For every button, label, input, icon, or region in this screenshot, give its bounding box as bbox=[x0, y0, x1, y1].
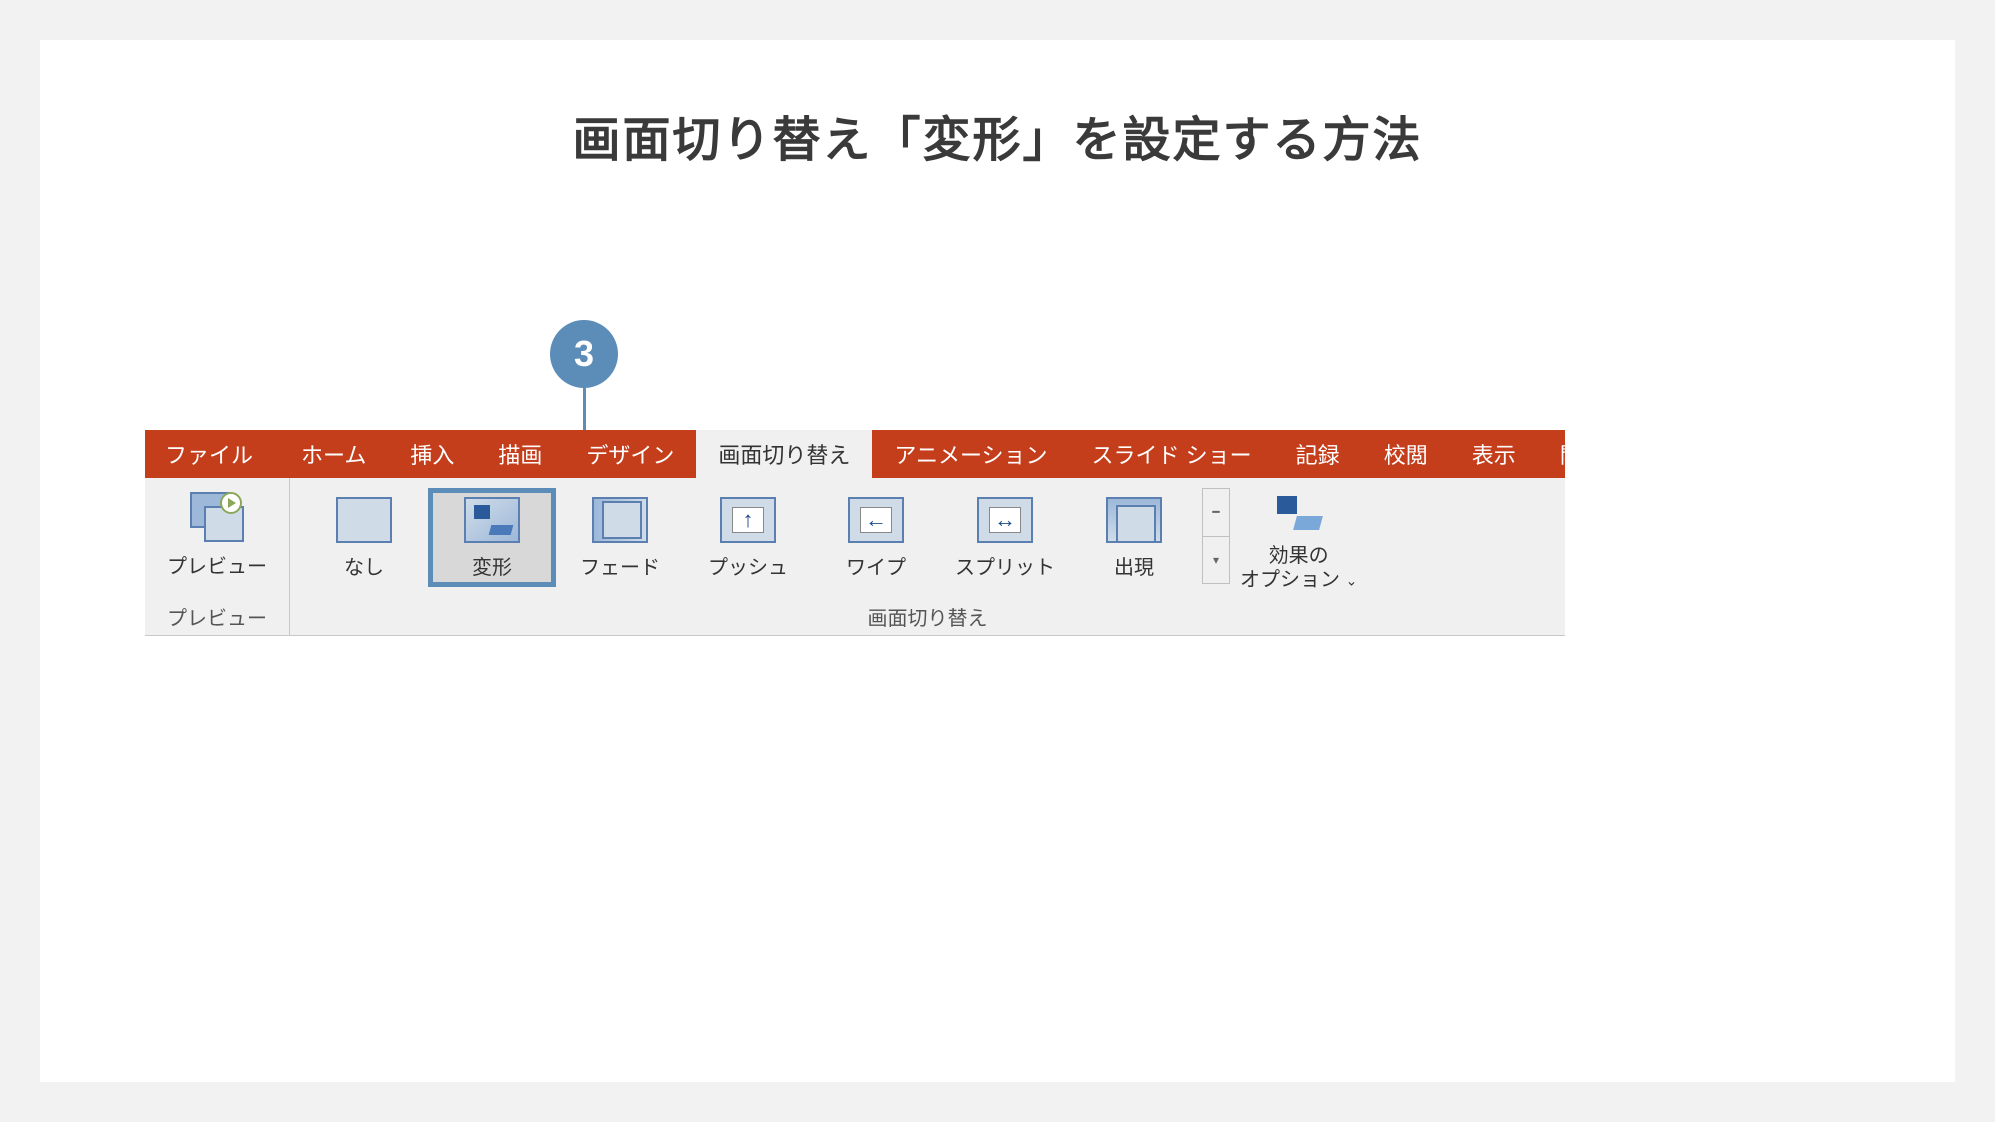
preview-button-label: プレビュー bbox=[167, 550, 267, 579]
ribbon-tabs-bar: ファイル ホーム 挿入 描画 デザイン 画面切り替え アニメーション スライド … bbox=[145, 430, 1565, 478]
transition-morph[interactable]: 変形 bbox=[428, 488, 556, 587]
transition-push-label: プッシュ bbox=[708, 551, 788, 580]
transition-split-icon: ↔ bbox=[977, 497, 1033, 543]
preview-button[interactable]: プレビュー bbox=[155, 486, 279, 583]
transition-appear-icon bbox=[1106, 497, 1162, 543]
tab-transitions[interactable]: 画面切り替え bbox=[696, 430, 872, 478]
arrow-up-icon: ↑ bbox=[743, 507, 754, 533]
tab-insert[interactable]: 挿入 bbox=[388, 430, 476, 478]
tab-developer[interactable]: 開発 bbox=[1538, 430, 1626, 478]
gallery-expand-button[interactable]: ▾ bbox=[1203, 537, 1229, 584]
tab-draw[interactable]: 描画 bbox=[476, 430, 564, 478]
tab-home[interactable]: ホーム bbox=[279, 430, 388, 478]
tab-review[interactable]: 校閲 bbox=[1362, 430, 1450, 478]
effect-options-button[interactable]: 効果の オプション ⌄ bbox=[1230, 486, 1367, 598]
transition-morph-label: 変形 bbox=[472, 551, 512, 580]
slide-container: 画面切り替え「変形」を設定する方法 3 ファイル ホーム 挿入 描画 デザイン … bbox=[40, 40, 1955, 1082]
transition-fade-label: フェード bbox=[580, 551, 660, 580]
transition-morph-icon bbox=[464, 497, 520, 543]
transitions-group-label: 画面切り替え bbox=[300, 602, 1555, 631]
preview-icon bbox=[188, 490, 246, 544]
tab-animations[interactable]: アニメーション bbox=[872, 430, 1069, 478]
preview-group-label: プレビュー bbox=[155, 602, 279, 631]
effect-options-label: 効果の オプション ⌄ bbox=[1240, 544, 1357, 592]
transition-gallery: なし 変形 bbox=[300, 486, 1198, 589]
slide-title: 画面切り替え「変形」を設定する方法 bbox=[80, 100, 1915, 170]
ribbon-group-preview: プレビュー プレビュー bbox=[145, 478, 290, 635]
transition-fade[interactable]: フェード bbox=[556, 488, 684, 587]
transition-none-label: なし bbox=[344, 551, 384, 580]
powerpoint-ribbon: ファイル ホーム 挿入 描画 デザイン 画面切り替え アニメーション スライド … bbox=[145, 430, 1565, 636]
arrow-left-icon: ← bbox=[865, 507, 887, 533]
chevron-down-icon: ⌄ bbox=[1346, 572, 1358, 588]
effect-options-icon bbox=[1273, 492, 1325, 538]
gallery-row-up-button[interactable]: ━ bbox=[1203, 489, 1229, 537]
tab-slideshow[interactable]: スライド ショー bbox=[1070, 430, 1274, 478]
transition-none[interactable]: なし bbox=[300, 488, 428, 587]
callout-step-badge: 3 bbox=[550, 320, 618, 388]
tab-view[interactable]: 表示 bbox=[1450, 430, 1538, 478]
gallery-more-control: ━ ▾ bbox=[1202, 488, 1230, 584]
transition-wipe[interactable]: ← ワイプ bbox=[812, 488, 940, 587]
transition-wipe-label: ワイプ bbox=[846, 551, 906, 580]
ribbon-content: プレビュー プレビュー なし bbox=[145, 478, 1565, 636]
transition-push[interactable]: ↑ プッシュ bbox=[684, 488, 812, 587]
ribbon-group-transitions: なし 変形 bbox=[290, 478, 1565, 635]
transition-fade-icon bbox=[592, 497, 648, 543]
transition-split[interactable]: ↔ スプリット bbox=[940, 488, 1070, 587]
arrow-left-right-icon: ↔ bbox=[994, 507, 1016, 533]
tab-file[interactable]: ファイル bbox=[145, 430, 279, 478]
tab-record[interactable]: 記録 bbox=[1274, 430, 1362, 478]
transition-wipe-icon: ← bbox=[848, 497, 904, 543]
transition-push-icon: ↑ bbox=[720, 497, 776, 543]
tab-design[interactable]: デザイン bbox=[564, 430, 696, 478]
transition-appear-label: 出現 bbox=[1114, 551, 1154, 580]
transition-split-label: スプリット bbox=[955, 551, 1055, 580]
transition-appear[interactable]: 出現 bbox=[1070, 488, 1198, 587]
play-icon bbox=[220, 492, 242, 514]
transition-none-icon bbox=[336, 497, 392, 543]
